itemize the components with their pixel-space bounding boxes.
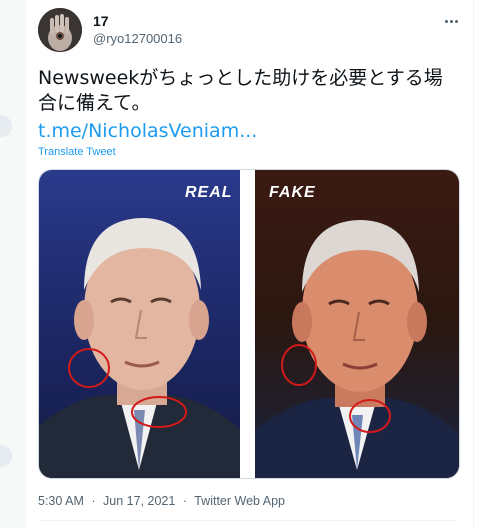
more-horizontal-icon [444,19,448,23]
avatar-image [38,8,82,52]
tweet-media[interactable]: REAL FAKE [38,169,460,479]
user-handle[interactable]: @ryo12700016 [93,30,182,48]
more-horizontal-icon [454,19,458,23]
tweet-time[interactable]: 5:30 AM [38,494,84,508]
tweet-text: Newsweekがちょっとした助けを必要とする場合に備えて。 [38,67,443,114]
real-photo [39,218,240,478]
fake-label: FAKE [269,184,316,201]
tweet-date[interactable]: Jun 17, 2021 [103,494,175,508]
real-label: REAL [185,184,233,201]
rail-bubble [0,445,12,467]
fake-photo [255,220,459,478]
more-horizontal-icon [449,19,453,23]
tweet-link[interactable]: t.me/NicholasVeniam... [38,120,257,142]
display-name[interactable]: 17 [93,12,182,30]
right-divider [473,0,474,528]
user-block[interactable]: 17 @ryo12700016 [93,12,182,48]
avatar[interactable] [38,8,82,52]
bottom-divider [38,520,458,521]
left-rail [0,0,26,528]
meta-separator: · [91,494,96,508]
tweet-source[interactable]: Twitter Web App [194,494,285,508]
translate-tweet-link[interactable]: Translate Tweet [38,146,116,158]
more-options-button[interactable] [440,10,462,32]
media-panel-real: REAL [39,170,240,478]
rail-bubble [0,115,12,137]
meta-separator: · [182,494,187,508]
tweet-meta: 5:30 AM · Jun 17, 2021 · Twitter Web App [38,494,285,508]
media-panel-fake: FAKE [255,170,459,478]
